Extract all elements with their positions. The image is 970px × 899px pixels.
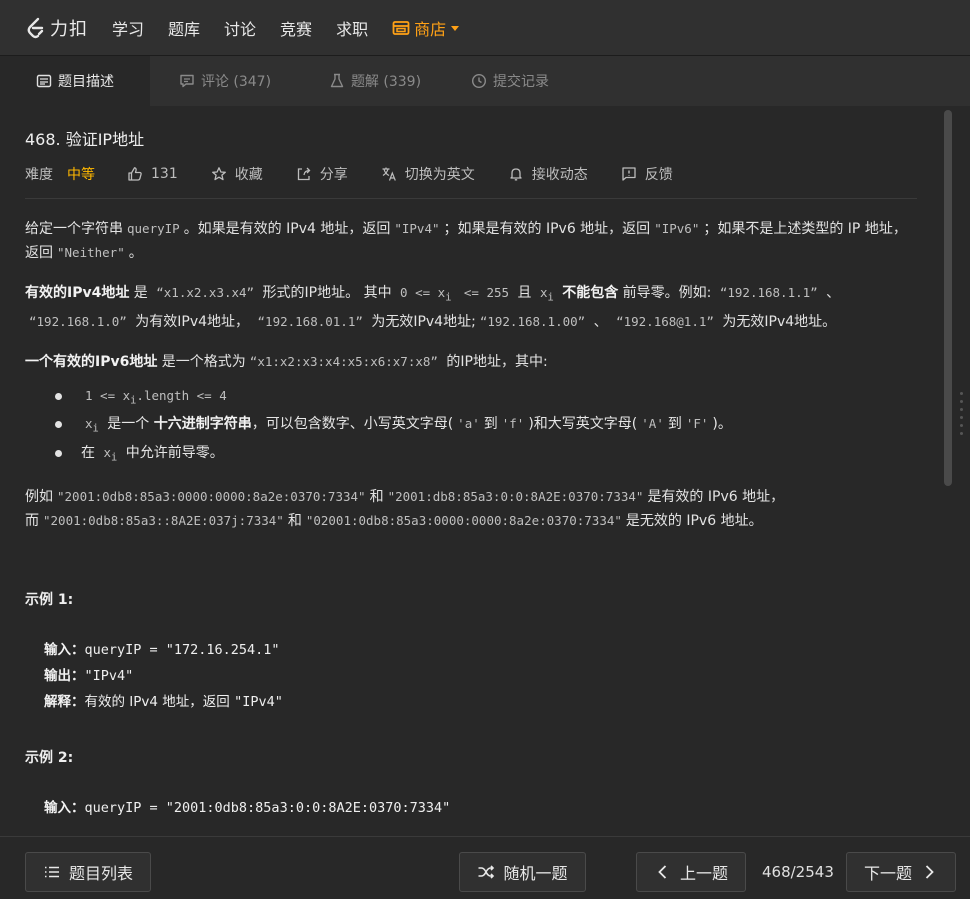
tab-label: 提交记录 — [493, 74, 549, 90]
chevron-down-icon — [451, 26, 460, 31]
list-item: 1 <= xi.length <= 4 — [55, 384, 917, 413]
comment-icon — [180, 74, 194, 88]
example-2-title: 示例 2: — [25, 750, 74, 766]
difficulty-badge: 中等 — [67, 167, 95, 183]
list-item: 在 xi 中允许前导零。 — [55, 441, 917, 470]
tab-description[interactable]: 题目描述 — [0, 56, 150, 106]
description-paragraph-ipv6: 一个有效的IPv6地址 是一个格式为 “x1:x2:x3:x4:x5:x6:x7:… — [25, 353, 548, 370]
logo[interactable]: 力扣 — [24, 15, 88, 41]
logo-text: 力扣 — [50, 18, 88, 40]
nav-store[interactable]: 商店 — [392, 16, 460, 40]
panel-resize-handle[interactable] — [960, 392, 964, 440]
problem-meta-bar: 难度 中等 131 收藏 分享 切换为英文 接收动态 反馈 — [25, 164, 917, 199]
example-1-block: 输入：queryIP = "172.16.254.1" 输出："IPv4" 解释… — [44, 642, 283, 710]
tab-label: 题目描述 — [58, 74, 114, 90]
feedback-label: 反馈 — [644, 167, 673, 183]
subscribe-label: 接收动态 — [531, 167, 588, 183]
problem-title: 468. 验证IP地址 — [25, 130, 145, 149]
like-count: 131 — [151, 166, 178, 182]
nav-item-discuss[interactable]: 讨论 — [224, 16, 256, 40]
problem-list-button[interactable]: 题目列表 — [25, 852, 151, 892]
previous-problem-button[interactable]: 上一题 — [636, 852, 746, 892]
difficulty-label: 难度 — [25, 167, 53, 183]
description-icon — [36, 74, 52, 88]
ipv6-rules-list: 1 <= xi.length <= 4 xi 是一个 十六进制字符串，可以包含数… — [25, 384, 917, 470]
store-label: 商店 — [414, 19, 447, 39]
chevron-right-icon — [925, 865, 934, 879]
nav-item-jobs[interactable]: 求职 — [336, 16, 368, 40]
problem-list-label: 题目列表 — [68, 864, 133, 883]
next-problem-button[interactable]: 下一题 — [846, 852, 956, 892]
favorite-label: 收藏 — [234, 167, 263, 183]
problem-tabs: 题目描述 评论 (347) 题解 (339) 提交记录 — [0, 56, 970, 106]
random-problem-button[interactable]: 随机一题 — [459, 852, 586, 892]
nav-item-contest[interactable]: 竞赛 — [280, 16, 312, 40]
description-paragraph-ipv4: 有效的IPv4地址 是 “x1.x2.x3.x4” 形式的IP地址。 其中 0 … — [25, 285, 841, 330]
feedback-icon — [622, 167, 636, 181]
thumbs-up-icon — [128, 167, 142, 181]
clock-icon — [471, 73, 487, 89]
tab-label: 评论 (347) — [200, 74, 272, 90]
share-button[interactable]: 分享 — [296, 164, 348, 184]
nav-item-problemset[interactable]: 题库 — [168, 16, 200, 40]
feedback-button[interactable]: 反馈 — [621, 164, 673, 184]
chevron-left-icon — [658, 865, 667, 879]
switch-language-label: 切换为英文 — [404, 167, 475, 183]
store-icon — [392, 20, 410, 35]
content-scrollbar[interactable] — [944, 110, 952, 486]
description-paragraph-examples: 例如 "2001:0db8:85a3:0000:0000:8a2e:0370:73… — [25, 489, 785, 529]
translate-icon — [382, 167, 396, 181]
subscribe-button[interactable]: 接收动态 — [508, 164, 588, 184]
favorite-button[interactable]: 收藏 — [211, 164, 263, 184]
nav-item-learn[interactable]: 学习 — [112, 16, 144, 40]
next-problem-label: 下一题 — [863, 864, 912, 883]
top-nav: 力扣 学习 题库 讨论 竞赛 求职 商店 — [0, 0, 970, 56]
list-icon — [44, 866, 59, 878]
example-1-title: 示例 1: — [25, 592, 74, 608]
footer-bar: 题目列表 随机一题 上一题 468/2543 下一题 — [0, 836, 970, 899]
problem-content: 468. 验证IP地址 难度 中等 131 收藏 分享 切换为英文 接收动态 反… — [0, 106, 955, 836]
tab-label: 题解 (339) — [350, 74, 422, 90]
switch-language-button[interactable]: 切换为英文 — [381, 164, 475, 184]
share-label: 分享 — [319, 167, 348, 183]
previous-problem-label: 上一题 — [679, 864, 728, 883]
tab-solutions[interactable]: 题解 (339) — [300, 56, 450, 106]
description-paragraph-1: 给定一个字符串 queryIP 。如果是有效的 IPv4 地址，返回 "IPv4" ；如… — [25, 221, 907, 261]
problem-counter: 468/2543 — [762, 863, 834, 881]
tab-submissions[interactable]: 提交记录 — [450, 56, 570, 106]
random-problem-label: 随机一题 — [503, 864, 568, 883]
star-icon — [211, 167, 226, 181]
leetcode-logo-icon — [27, 17, 44, 38]
shuffle-icon — [478, 865, 495, 879]
list-item: xi 是一个 十六进制字符串，可以包含数字、小写英文字母('a' 到'f')和大写… — [55, 412, 917, 441]
example-2-block: 输入：queryIP = "2001:0db8:85a3:0:0:8A2E:03… — [44, 800, 451, 816]
like-button[interactable]: 131 — [127, 166, 178, 182]
share-icon — [297, 167, 311, 181]
tab-comments[interactable]: 评论 (347) — [150, 56, 300, 106]
flask-icon — [330, 73, 344, 88]
bell-icon — [510, 168, 522, 181]
